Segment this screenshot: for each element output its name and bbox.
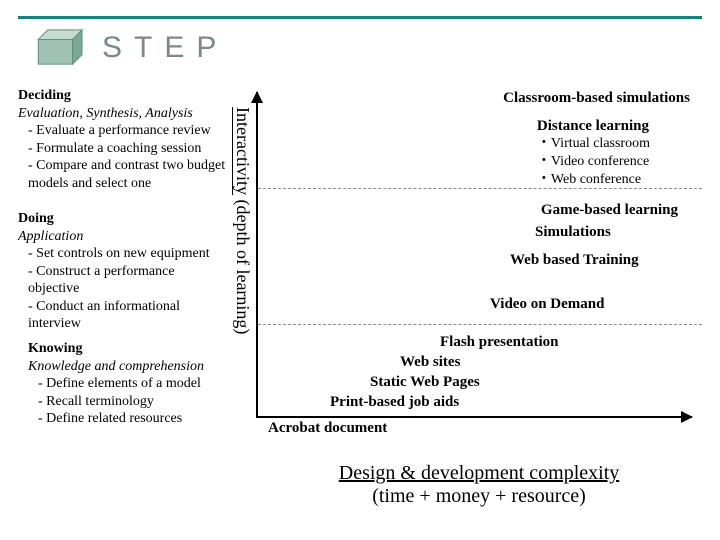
list-item: Define elements of a model <box>38 375 238 393</box>
label-print: Print-based job aids <box>330 394 459 411</box>
doing-list: Set controls on new equipment Construct … <box>18 245 218 333</box>
y-axis-arrow-icon <box>256 92 258 418</box>
cube-icon <box>34 28 92 68</box>
level-deciding: Deciding Evaluation, Synthesis, Analysis… <box>18 87 238 192</box>
list-item: Conduct an informational interview <box>28 298 218 333</box>
divider-2 <box>258 324 702 325</box>
deciding-list: Evaluate a performance review Formulate … <box>18 122 238 192</box>
label-simulations: Simulations <box>535 224 611 241</box>
list-item: Evaluate a performance review <box>28 122 238 140</box>
doing-title: Doing <box>18 210 218 228</box>
deciding-sub: Evaluation, Synthesis, Analysis <box>18 105 238 123</box>
list-item: Virtual classroom <box>551 135 650 153</box>
list-item: Set controls on new equipment <box>28 245 218 263</box>
knowing-list: Define elements of a model Recall termin… <box>28 375 238 428</box>
knowing-sub: Knowledge and comprehension <box>28 358 238 376</box>
distance-bullets: Virtual classroom Video conference Web c… <box>537 135 650 190</box>
list-item: Formulate a coaching session <box>28 140 238 158</box>
list-item: Video conference <box>551 153 650 171</box>
list-item: Construct a performance objective <box>28 263 218 298</box>
label-acrobat: Acrobat document <box>268 420 387 437</box>
label-classroom: Classroom-based simulations <box>503 90 690 107</box>
doing-sub: Application <box>18 228 218 246</box>
knowing-title: Knowing <box>28 340 238 358</box>
label-websites: Web sites <box>400 354 460 371</box>
label-flash: Flash presentation <box>440 334 558 351</box>
list-item: Compare and contrast two budget models a… <box>28 157 238 192</box>
label-wbt: Web based Training <box>510 252 639 269</box>
top-rule <box>18 16 702 19</box>
list-item: Define related resources <box>38 410 238 428</box>
label-vod: Video on Demand <box>490 296 604 313</box>
brand: STEP <box>34 28 228 68</box>
label-game: Game-based learning <box>541 202 678 219</box>
brand-text: STEP <box>102 31 228 65</box>
label-distance: Distance learning Virtual classroom Vide… <box>537 118 650 190</box>
level-knowing: Knowing Knowledge and comprehension Defi… <box>28 340 238 428</box>
list-item: Recall terminology <box>38 393 238 411</box>
x-axis-label: Design & development complexity (time + … <box>256 462 702 508</box>
level-doing: Doing Application Set controls on new eq… <box>18 210 218 333</box>
deciding-title: Deciding <box>18 87 238 105</box>
list-item: Web conference <box>551 171 650 189</box>
label-static: Static Web Pages <box>370 374 480 391</box>
x-axis-arrow-icon <box>256 416 692 418</box>
